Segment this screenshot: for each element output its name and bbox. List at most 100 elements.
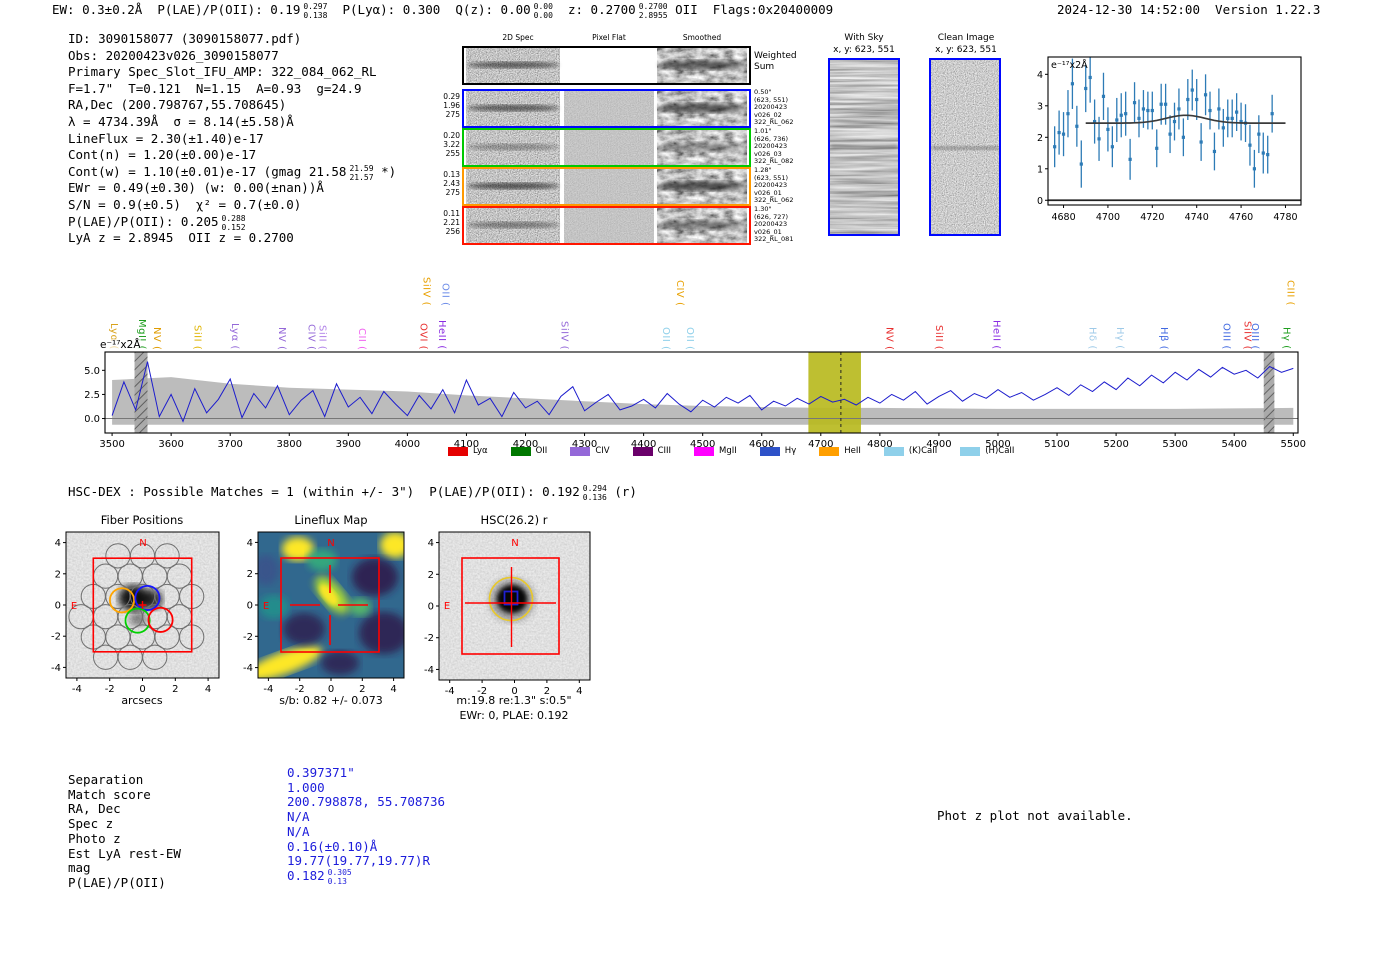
data-point [1097,137,1101,141]
data-point [1106,127,1110,132]
data-point [1079,162,1083,166]
data-point [1177,107,1181,111]
match-table-value: N/A [287,824,445,840]
legend-item: (K)CaII [883,446,938,456]
spec2d-right-info: 1.28" (623, 551) 20200423 v026_01 322_RL_062 [754,166,794,205]
legend-label: CIII [657,446,672,456]
north-label: N [511,538,518,549]
data-point [1119,113,1123,117]
info-line: S/N = 0.9(±0.5) χ² = 0.7(±0.0) [68,197,396,214]
info-line: Primary Spec_Slot_IFU_AMP: 322_084_062_R… [68,64,396,81]
match-table-label: Separation [68,772,144,787]
tick-label: 4 [55,538,61,549]
data-point [1115,118,1119,122]
detection-info-block: ID: 3090158077 (3090158077.pdf) Obs: 2020… [68,31,396,247]
tick-label: 1 [1037,164,1043,175]
legend-swatch [632,446,653,456]
legend-label: HeII [844,446,861,456]
spec2d-row-images [466,130,747,165]
col-header-pixelflat: Pixel Flat [592,33,626,42]
text-segment: LineFlux = 2.30(±1.40)e-17 [68,130,264,146]
photz-unavailable-note: Phot z plot not available. [937,808,1133,823]
text-segment: P(LAE)/P(OII): 0.205 [68,213,219,229]
spec2d-signal [467,104,559,112]
spec2d-left-stats: 0.29 1.96 275 [443,92,460,119]
text-segment: EWr = 0.49(±0.30) (w: 0.00(±nan))Å [68,180,324,196]
legend-label: OII [535,446,548,456]
tick-label: 5500 [1281,439,1306,450]
text-segment: P(Lyα): 0.300 Q(z): 0.00 [327,2,531,17]
fiber-positions-panel: -4-4-2-2002244 NE [51,531,220,695]
info-line: LyA z = 2.8945 OII z = 0.2700 [68,230,396,247]
text-segment: λ = 4734.39Å σ = 8.14(±5.58)Å [68,113,294,129]
spec2d-row-images [466,169,747,204]
spec2d-row [462,89,751,128]
legend-swatch [448,446,468,456]
spec2d-left-stats: 0.20 3.22 255 [443,131,460,158]
header-summary: EW: 0.3±0.2Å P(LAE)/P(OII): 0.19 0.297 0.1… [52,2,833,21]
tick-label: 4760 [1229,212,1253,223]
text-segment: 200.798878, 55.708736 [287,794,446,810]
hsc-dex-summary: HSC-DEX : Possible Matches = 1 (within +… [68,484,637,503]
smoothed-signal [658,103,746,113]
data-point [1168,132,1172,136]
stacked-fraction: 0.2700 2.8955 [638,2,668,20]
east-label: E [444,601,450,612]
text-segment: 0.182 [287,867,325,883]
info-line: EWr = 0.49(±0.30) (w: 0.00(±nan))Å [68,180,396,197]
tick-label: 5.0 [85,366,100,377]
data-point [1164,102,1168,106]
tick-label: 0 [55,601,61,612]
error-band [112,377,1294,425]
legend-swatch [883,446,904,456]
info-line: LineFlux = 2.30(±1.40)e-17 [68,131,396,148]
pixelflat-image [564,208,654,243]
info-line: λ = 4734.39Å σ = 8.14(±5.58)Å [68,114,396,131]
tick-label: 3 [1037,101,1043,112]
tick-label: 0 [428,602,434,613]
tick-label: -2 [424,633,434,644]
pixelflat-image [564,91,654,126]
spectrum-legend: Lyα OII CIV CIII MgII Hγ HeII (K)CaII (H)CaII [448,446,1037,456]
spec2d-row [462,206,751,245]
data-point [1203,93,1208,97]
match-table-label: RA, Dec [68,801,121,817]
tick-label: 5400 [1221,439,1246,450]
legend-item: (H)CaII [960,446,1014,456]
spec2d-right-info: Weighted Sum [754,51,797,72]
selected-line-band [808,352,861,433]
match-table-value: 0.182 0.305 0.13 [287,867,445,887]
spec2d-right-info: 0.50" (623, 551) 20200423 v026_02 322_RL_062 [754,88,794,127]
spec2d-signal [467,221,559,229]
legend-item: Lyα [448,446,488,456]
data-point [1217,107,1221,111]
pixelflat-image [564,169,654,204]
text-segment: 1.000 [287,779,325,795]
data-point [1057,130,1061,135]
tick-label: 3500 [99,439,124,450]
match-table-label: mag [68,860,91,876]
legend-label: (K)CaII [908,446,938,456]
hsc-caption-1: m:19.8 re:1.3" s:0.5" [456,694,572,707]
match-table-value: 19.77(19.77,19.77)R [287,853,445,869]
lineflux-map-panel: -4-4-2-2002244 NE [243,531,405,695]
spec2d-signal [467,61,559,69]
stacked-fraction: 21.59 21.57 [349,164,374,182]
spec2d-left-stats: 0.13 2.43 275 [443,170,460,197]
text-segment: *) [373,163,397,179]
tick-label: 3700 [217,439,242,450]
tick-label: 4740 [1185,212,1209,223]
tick-label: 0.0 [85,414,100,425]
stacked-fraction: 0.297 0.138 [303,2,328,20]
tick-label: 0 [247,601,253,612]
cleanimage-image [929,58,1001,236]
data-point [1110,145,1114,149]
match-table-value: 200.798878, 55.708736 [287,795,445,810]
info-line: Cont(w) = 1.10(±0.01)e-17 (gmag 21.58 21.… [68,163,397,182]
tick-label: 2 [247,569,253,580]
stacked-fraction: 0.305 0.13 [327,868,352,886]
text-segment: S/N = 0.9(±0.5) χ² = 0.7(±0.0) [68,196,302,212]
match-table-label: Spec z [68,816,114,832]
data-point [1061,132,1066,136]
withsky-image [828,58,900,236]
